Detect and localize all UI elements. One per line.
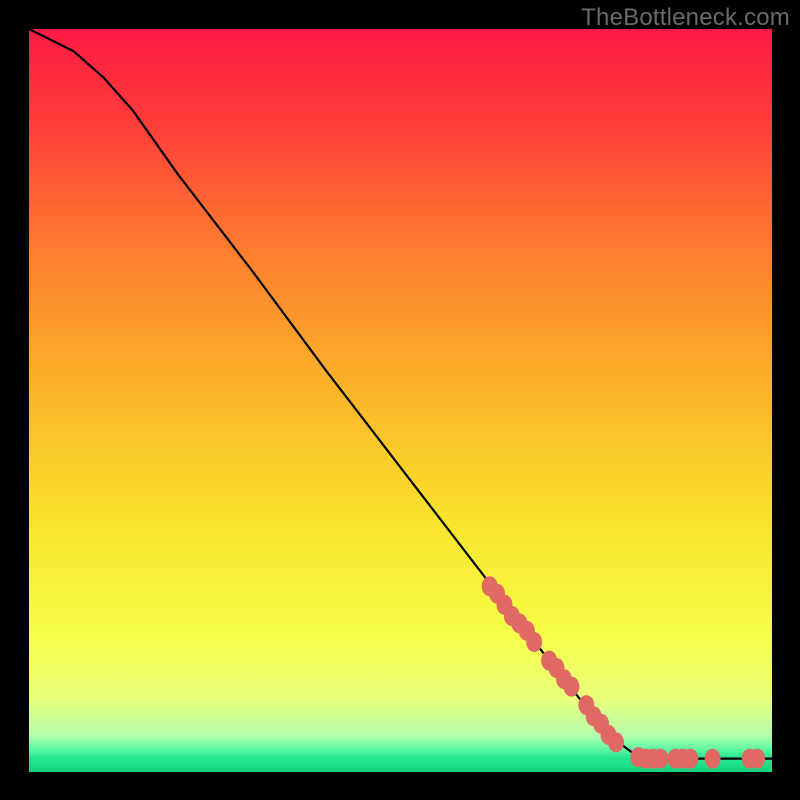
chart-container: TheBottleneck.com [0, 0, 800, 800]
watermark-text: TheBottleneck.com [581, 4, 790, 32]
plot-area [29, 29, 772, 772]
